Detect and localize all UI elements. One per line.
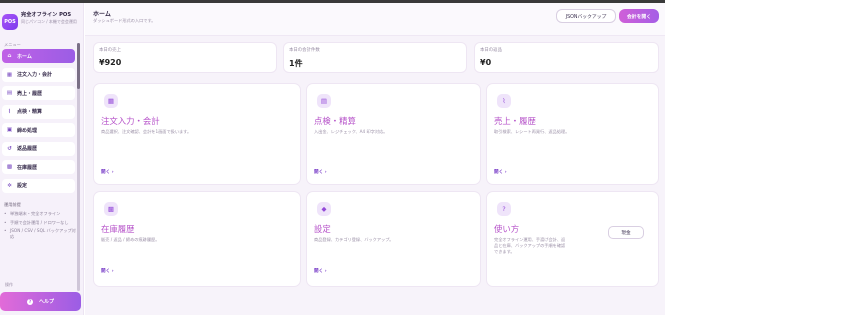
sidebar-item-label: 設定 xyxy=(17,183,28,189)
stat-card-returns: 本日の返品 ¥0 xyxy=(474,42,659,73)
card-inventory[interactable]: ▩ 在庫履歴 販売 / 返品 / 締めの痕跡履歴。 開く › xyxy=(93,191,301,287)
card-order[interactable]: ▦ 注文入力・会計 商品選択、注文確認、会計を1画面で扱います。 開く › xyxy=(93,83,301,185)
card-description: 商品登録、カテゴリ登録、バックアップ。 xyxy=(314,237,394,242)
menu-label: メニュー xyxy=(4,42,21,47)
page-title: ホーム xyxy=(93,11,111,18)
return-icon: ↺ xyxy=(7,145,12,152)
ops-title: 運用前提 xyxy=(4,202,21,207)
open-accounting-button[interactable]: 会計を開く xyxy=(619,9,659,23)
help-button[interactable]: ? ヘルプ xyxy=(0,292,81,311)
sidebar: POS 完全オフライン POS 同じパソコン / 本機で会会運用 メニュー ⌂ … xyxy=(0,3,84,315)
card-description: 入出金、レジチェック、A4 印字対応。 xyxy=(314,129,388,134)
page-header: ホーム ダッシュボード形式の入口です。 JSONバックアップ 会計を開く xyxy=(85,3,665,36)
gear-icon: ✲ xyxy=(7,182,12,189)
brand: POS 完全オフライン POS 同じパソコン / 本機で会会運用 xyxy=(0,3,83,39)
sidebar-item-label: 点検・精算 xyxy=(17,109,43,115)
stat-value: 1件 xyxy=(289,59,303,68)
card-open-link[interactable]: 開く › xyxy=(101,268,114,274)
card-open-link[interactable]: 開く › xyxy=(314,268,327,274)
ops-item: 手順で会計運用 / ドロワーなし xyxy=(4,220,76,226)
help-label: ヘルプ xyxy=(38,299,54,305)
card-title: 点検・精算 xyxy=(314,116,356,126)
ops-item: JSON / CSV / SQL バックアップ対応 xyxy=(4,228,76,239)
sidebar-item-label: ホーム xyxy=(17,53,32,60)
stat-label: 本日の売上 xyxy=(99,48,121,53)
cash-button[interactable]: 現金 xyxy=(608,226,644,239)
home-icon: ⌂ xyxy=(7,53,12,59)
cash-register-icon: ▦ xyxy=(6,71,13,78)
card-title: 設定 xyxy=(314,224,331,234)
stat-label: 本日の返品 xyxy=(480,48,502,53)
card-description: 販売 / 返品 / 締めの痕跡履歴。 xyxy=(101,237,160,242)
calculator-icon: ▦ xyxy=(104,94,118,108)
card-title: 注文入力・会計 xyxy=(101,116,160,126)
json-backup-button[interactable]: JSONバックアップ xyxy=(556,9,616,23)
sidebar-item-order[interactable]: ▦ 注文入力・会計 xyxy=(2,67,75,82)
card-open-link[interactable]: 開く › xyxy=(314,169,327,175)
sidebar-item-label: 注文入力・会計 xyxy=(17,72,53,78)
stat-value: ¥0 xyxy=(480,58,492,67)
page-subtitle: ダッシュボード形式の入口です。 xyxy=(93,18,156,23)
card-how-to[interactable]: ? 使い方 完全オフライン運用、手渡げ会計、返品と在庫、バックアップの手順を確認… xyxy=(486,191,659,287)
sidebar-item-label: 締め処理 xyxy=(17,127,38,134)
sidebar-item-label: 売上・履歴 xyxy=(17,90,43,97)
operation-notes: 運用前提 単独端末・完全オフライン 手順で会計運用 / ドロワーなし JSON … xyxy=(0,197,83,239)
sidebar-item-settings[interactable]: ✲ 設定 xyxy=(2,178,75,193)
blank-area xyxy=(665,0,851,315)
card-description: 取引検索、レシート再発行、返品処理。 xyxy=(494,129,570,134)
sidebar-item-sales[interactable]: ▤ 売上・履歴 xyxy=(2,86,75,100)
card-title: 売上・履歴 xyxy=(494,116,536,126)
sidebar-scrollbar-thumb[interactable] xyxy=(77,43,80,89)
app-logo: POS xyxy=(2,14,18,30)
register-close-icon: ▣ xyxy=(6,127,13,133)
main-content: ホーム ダッシュボード形式の入口です。 JSONバックアップ 会計を開く 本日の… xyxy=(85,3,665,315)
app-subtitle: 同じパソコン / 本機で会会運用 xyxy=(21,19,77,24)
stat-value: ¥920 xyxy=(99,58,122,67)
trend-icon: ⌇ xyxy=(497,94,511,108)
card-settings[interactable]: ◆ 設定 商品登録、カテゴリ登録、バックアップ。 開く › xyxy=(306,191,481,287)
question-icon: ? xyxy=(26,298,33,305)
card-inspection[interactable]: ▤ 点検・精算 入出金、レジチェック、A4 印字対応。 開く › xyxy=(306,83,481,185)
sidebar-item-returns[interactable]: ↺ 返品履歴 xyxy=(2,141,75,156)
stat-label: 本日の会計件数 xyxy=(289,48,320,53)
card-description: 完全オフライン運用、手渡げ会計、返品と在庫、バックアップの手順を確認できます。 xyxy=(494,237,566,254)
app-title: 完全オフライン POS xyxy=(21,12,72,18)
sidebar-item-label: 在庫履歴 xyxy=(17,164,38,171)
sidebar-item-inventory[interactable]: ▩ 在庫履歴 xyxy=(2,160,75,174)
card-description: 商品選択、注文確認、会計を1画面で扱います。 xyxy=(101,129,192,134)
sidebar-item-home[interactable]: ⌂ ホーム xyxy=(2,49,75,63)
card-sales-history[interactable]: ⌇ 売上・履歴 取引検索、レシート再発行、返品処理。 開く › xyxy=(486,83,659,185)
ops-item: 単独端末・完全オフライン xyxy=(4,211,76,217)
chart-icon: ⌇ xyxy=(8,108,11,115)
boxes-icon: ▩ xyxy=(104,202,118,216)
card-title: 使い方 xyxy=(494,224,520,234)
card-open-link[interactable]: 開く › xyxy=(101,169,114,175)
sidebar-item-inspection[interactable]: ⌇ 点検・精算 xyxy=(2,104,75,119)
tag-icon: ◆ xyxy=(317,202,331,216)
clipboard-icon: ▤ xyxy=(317,94,331,108)
question-icon: ? xyxy=(497,202,511,216)
stat-card-sales: 本日の売上 ¥920 xyxy=(93,42,277,73)
sidebar-item-label: 返品履歴 xyxy=(17,146,38,152)
card-open-link[interactable]: 開く › xyxy=(494,169,507,175)
receipt-icon: ▤ xyxy=(6,90,13,96)
stat-card-transactions: 本日の会計件数 1件 xyxy=(283,42,467,73)
card-title: 在庫履歴 xyxy=(101,224,135,234)
sidebar-item-closing[interactable]: ▣ 締め処理 xyxy=(2,123,75,137)
boxes-icon: ▩ xyxy=(6,164,13,170)
ops-footer: 操作 xyxy=(5,282,13,287)
